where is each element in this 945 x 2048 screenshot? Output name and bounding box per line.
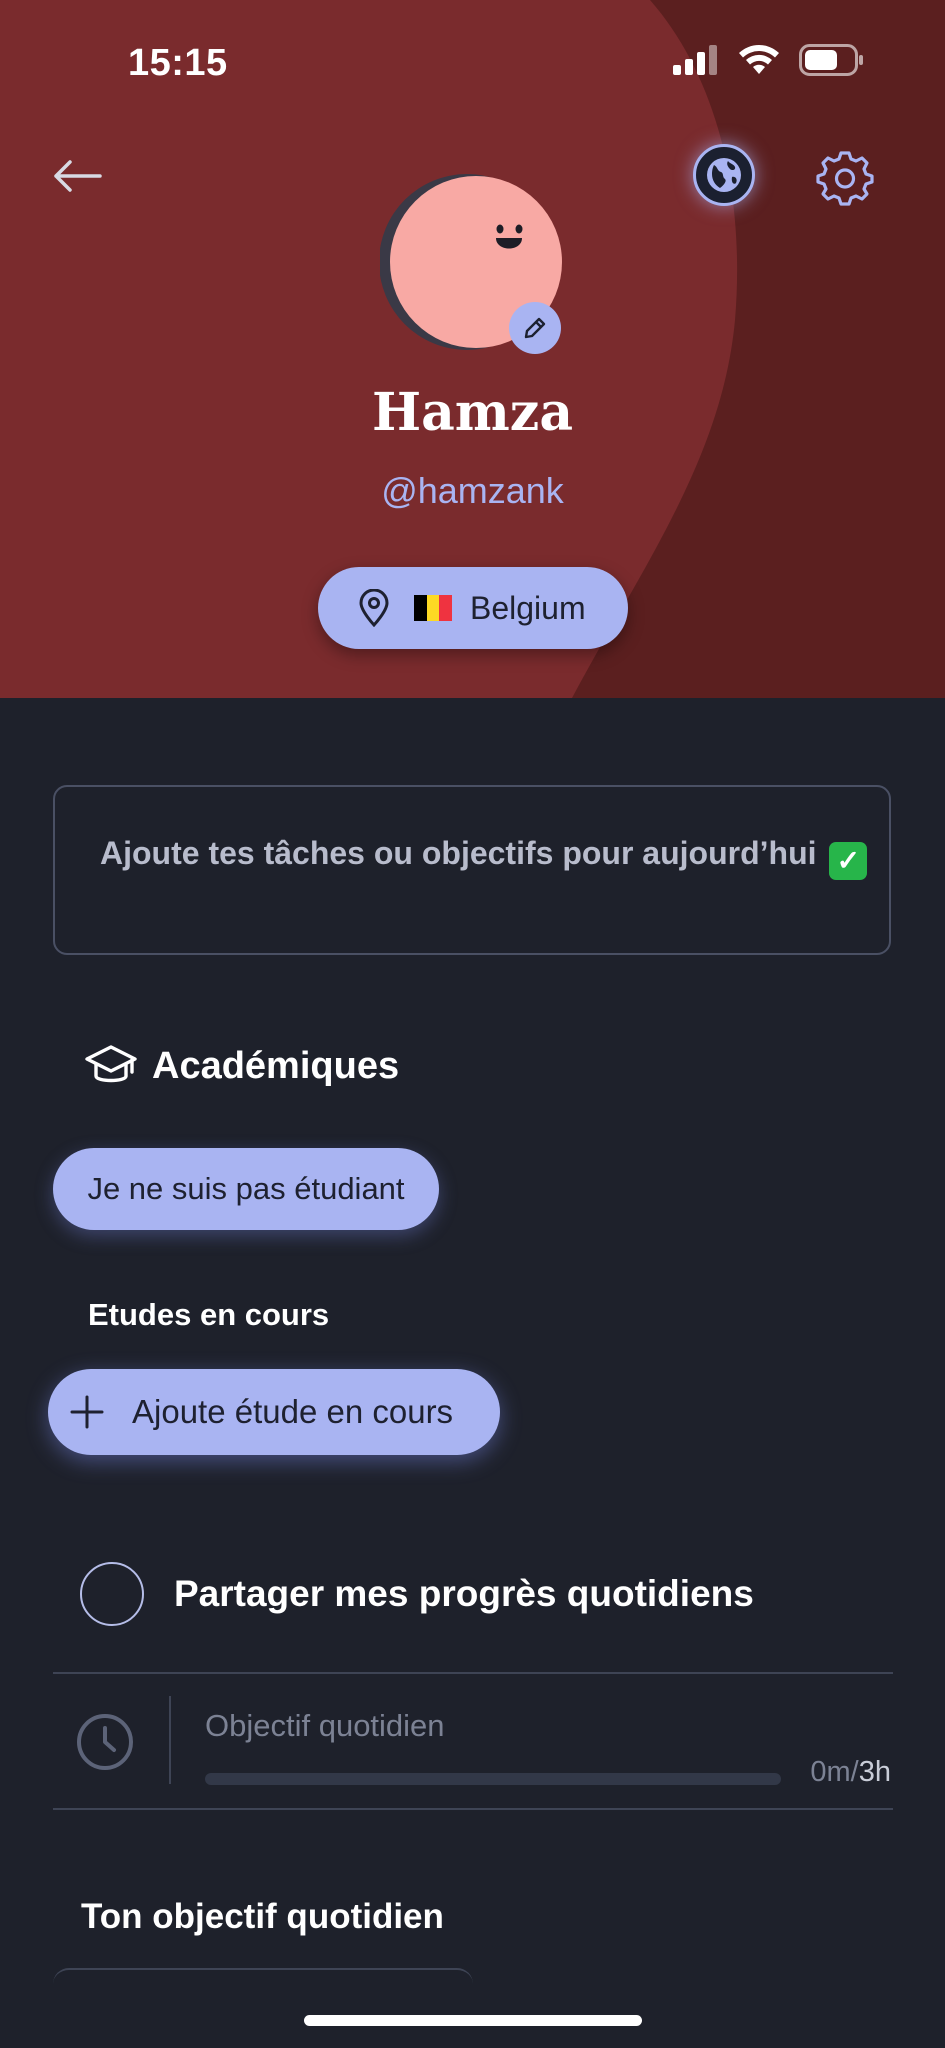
cellular-signal-icon [673, 45, 717, 75]
goal-done: 0m [810, 1756, 851, 1788]
settings-button[interactable] [816, 148, 874, 206]
divider [53, 1808, 893, 1810]
country-label: Belgium [470, 589, 586, 626]
clock-icon [77, 1714, 133, 1770]
location-pin-icon [359, 589, 389, 627]
globe-icon [707, 158, 741, 192]
your-daily-goal-title: Ton objectif quotidien [81, 1897, 444, 1936]
share-progress-toggle[interactable]: Partager mes progrès quotidiens [80, 1562, 754, 1626]
plus-icon [70, 1395, 104, 1429]
tasks-placeholder: Ajoute tes tâches ou objectifs pour aujo… [100, 835, 868, 880]
goal-separator: / [850, 1756, 859, 1788]
daily-tasks-input[interactable]: Ajoute tes tâches ou objectifs pour aujo… [53, 785, 891, 955]
daily-goal-label: Objectif quotidien [205, 1708, 445, 1743]
battery-icon [799, 44, 863, 76]
wifi-icon [739, 45, 779, 74]
graduation-cap-icon [85, 1045, 137, 1083]
daily-goal-progress-bar [205, 1773, 781, 1785]
share-progress-radio[interactable] [80, 1562, 144, 1626]
add-study-label: Ajoute étude en cours [132, 1393, 454, 1430]
daily-goal-card [53, 1968, 473, 1988]
tasks-placeholder-text: Ajoute tes tâches ou objectifs pour aujo… [100, 835, 817, 871]
back-button[interactable] [48, 148, 108, 208]
academic-title: Académiques [152, 1044, 400, 1087]
check-mark-icon: ✓ [829, 842, 868, 880]
home-indicator [304, 2015, 642, 2026]
belgium-flag-icon [414, 595, 453, 621]
share-progress-label: Partager mes progrès quotidiens [174, 1573, 754, 1614]
goal-total: 3h [858, 1756, 891, 1788]
daily-goal-row[interactable]: Objectif quotidien 0m/3h [53, 1676, 893, 1808]
status-bar: 15:15 [0, 0, 945, 120]
status-time: 15:15 [128, 42, 228, 84]
vertical-separator [169, 1696, 171, 1784]
profile-header: 15:15 Hamza @hamzank Belgium [0, 0, 945, 698]
not-student-button[interactable]: Je ne suis pas étudiant [53, 1148, 439, 1230]
globe-button[interactable] [693, 144, 755, 206]
arrow-left-icon [54, 160, 102, 192]
gear-icon [816, 151, 874, 206]
academic-section-header: Académiques [84, 1042, 399, 1090]
daily-goal-amount: 0m/3h [810, 1756, 891, 1789]
current-studies-label: Etudes en cours [88, 1297, 330, 1332]
divider [53, 1672, 893, 1674]
profile-handle: @hamzank [381, 470, 564, 511]
status-icons [673, 44, 865, 76]
profile-name: Hamza [371, 382, 574, 443]
edit-avatar-button[interactable] [509, 302, 561, 354]
add-study-button[interactable]: Ajoute étude en cours [48, 1369, 500, 1455]
country-button[interactable]: Belgium [318, 567, 628, 649]
pencil-icon [524, 317, 546, 339]
